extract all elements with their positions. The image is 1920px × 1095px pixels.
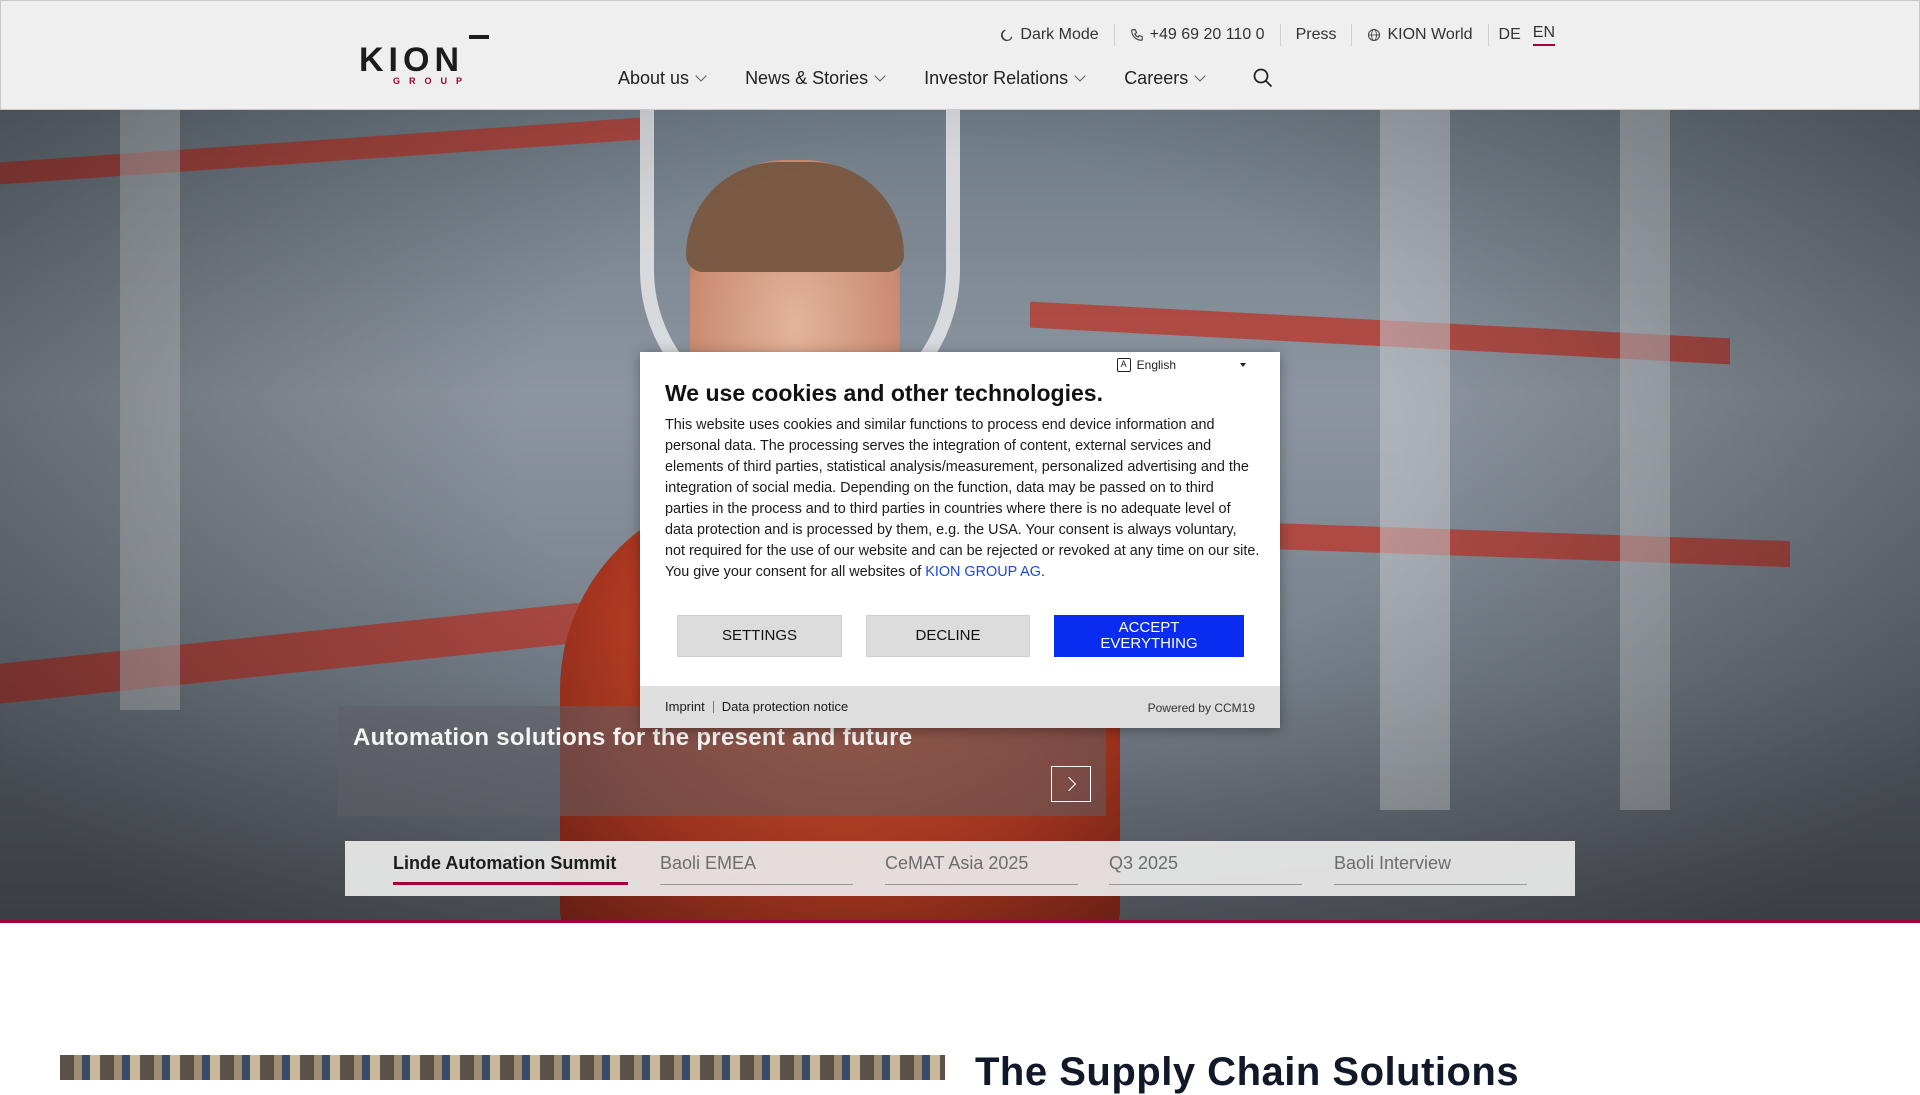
nav-label: Careers [1124,67,1189,88]
hero-caption-title: Automation solutions for the present and… [353,724,913,751]
globe-icon [1368,28,1381,42]
nav-about-us[interactable]: About us [618,67,707,89]
chevron-down-icon [874,69,886,82]
logo-wordmark: KION [359,41,464,79]
nav-careers[interactable]: Careers [1124,67,1206,89]
chevron-down-icon [1194,69,1206,82]
cookie-body-text: This website uses cookies and similar fu… [665,417,1260,580]
kion-world-link[interactable]: KION World [1351,24,1487,46]
data-protection-link[interactable]: Data protection notice [722,699,848,714]
lang-de[interactable]: DE [1499,26,1521,44]
nav-label: About us [618,67,690,88]
kion-group-logo[interactable]: KION GROUP [359,35,491,87]
powered-by-label: Powered by CCM19 [1147,701,1255,715]
hero-tab-bar: Linde Automation Summit Baoli EMEA CeMAT… [345,841,1575,896]
tab-q3-2025[interactable]: Q3 2025 [1109,853,1302,885]
main-nav: About us News & Stories Investor Relatio… [618,67,1274,89]
lang-en[interactable]: EN [1532,24,1555,46]
kion-group-ag-link[interactable]: KION GROUP AG [925,564,1041,580]
logo-mark [469,35,489,39]
dark-mode-toggle[interactable]: Dark Mode [985,24,1113,46]
accept-everything-button[interactable]: ACCEPT EVERYTHING [1054,615,1244,657]
site-header: KION GROUP Dark Mode +49 69 20 110 0 Pre… [0,0,1920,110]
kion-world-label: KION World [1387,26,1473,43]
search-icon[interactable] [1252,67,1274,89]
cookie-consent-dialog: A English We use cookies and other techn… [640,352,1280,728]
cookie-body: This website uses cookies and similar fu… [665,415,1260,583]
translate-icon: A [1116,358,1131,372]
phone-number: +49 69 20 110 0 [1149,26,1265,43]
moon-icon [1001,29,1013,42]
settings-button[interactable]: SETTINGS [677,615,842,657]
cookie-footer: Imprint Data protection notice Powered b… [640,686,1280,728]
utility-nav: Dark Mode +49 69 20 110 0 Press KION Wor… [985,24,1555,46]
nav-label: Investor Relations [924,67,1069,88]
decline-button[interactable]: DECLINE [866,615,1030,657]
chevron-down-icon [1074,69,1086,82]
logo-subtext: GROUP [393,76,472,86]
section-title: The Supply Chain Solutions [975,1050,1520,1094]
tab-linde-automation-summit[interactable]: Linde Automation Summit [393,853,628,885]
language-select-value: English [1136,358,1176,372]
press-link[interactable]: Press [1279,24,1352,46]
caret-down-icon [1240,363,1246,367]
language-switcher: DE EN [1487,24,1555,46]
press-label: Press [1295,26,1337,43]
imprint-link[interactable]: Imprint [665,699,705,714]
phone-icon [1130,29,1143,41]
nav-label: News & Stories [745,67,869,88]
dark-mode-label: Dark Mode [1020,26,1099,43]
tab-cemat-asia-2025[interactable]: CeMAT Asia 2025 [885,853,1078,885]
tab-baoli-interview[interactable]: Baoli Interview [1334,853,1527,885]
nav-news-stories[interactable]: News & Stories [745,67,886,89]
hero-divider [0,920,1920,923]
cookie-footer-links: Imprint Data protection notice [665,699,848,714]
cookie-body-end: . [1040,564,1045,580]
chevron-down-icon [695,69,707,82]
nav-investor-relations[interactable]: Investor Relations [924,67,1086,89]
chevron-right-icon [1061,776,1077,792]
language-select[interactable]: A English [1116,358,1246,372]
hero-next-button[interactable] [1051,766,1091,802]
warehouse-image [60,1055,945,1080]
phone-link[interactable]: +49 69 20 110 0 [1113,24,1280,46]
cookie-title: We use cookies and other technologies. [665,380,1103,406]
tab-baoli-emea[interactable]: Baoli EMEA [660,853,853,885]
link-separator [712,700,714,713]
